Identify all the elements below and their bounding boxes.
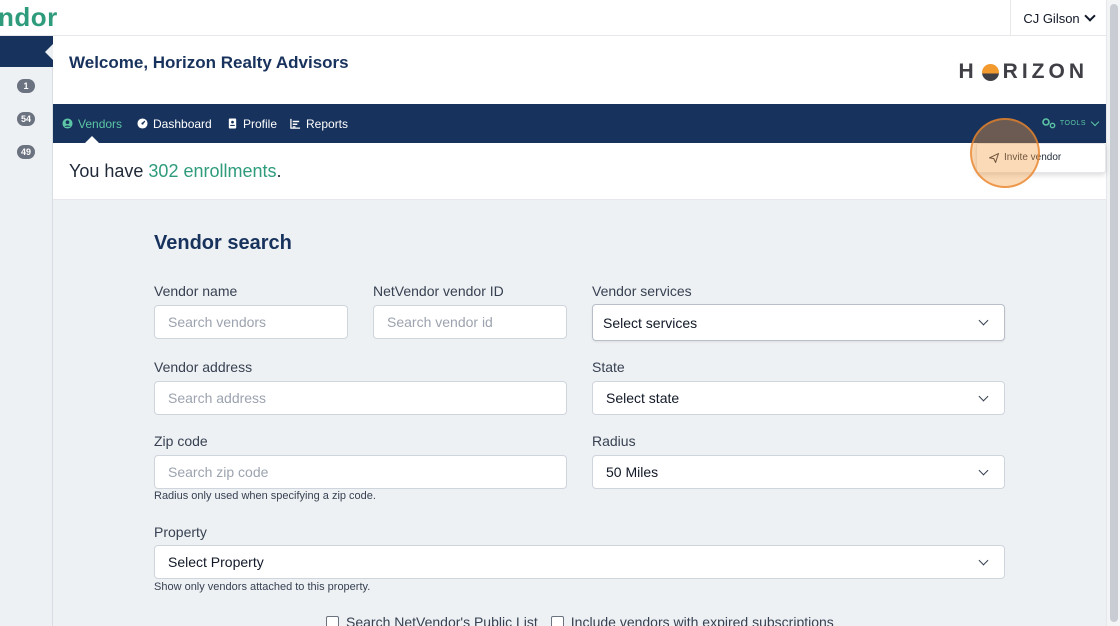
radius-select[interactable]: 50 Miles [592, 455, 1005, 489]
gauge-icon [137, 118, 148, 129]
invite-vendor-label: Invite vendor [1004, 152, 1062, 163]
enrollment-suffix: . [276, 161, 282, 181]
chevron-down-icon [978, 555, 989, 565]
nav-profile[interactable]: Profile [227, 104, 277, 143]
vendor-address-input[interactable]: Search address [154, 381, 567, 415]
zip-code-help-text: Radius only used when specifying a zip c… [154, 490, 376, 502]
zip-code-input[interactable]: Search zip code [154, 455, 567, 489]
vertical-scrollbar[interactable] [1106, 0, 1120, 626]
chevron-down-icon [978, 315, 989, 326]
radius-label: Radius [592, 433, 636, 449]
vendor-id-label: NetVendor vendor ID [373, 283, 504, 299]
nav-dashboard-label: Dashboard [153, 116, 212, 131]
nav-reports[interactable]: Reports [290, 104, 348, 143]
logo-text-left: H [958, 60, 978, 83]
vendor-address-label: Vendor address [154, 359, 253, 375]
public-list-checkbox[interactable] [326, 615, 339, 626]
section-title: Vendor search [154, 232, 292, 254]
gears-icon [1042, 118, 1056, 129]
public-list-label[interactable]: Search NetVendor's Public List [346, 614, 538, 626]
chevron-down-icon [1090, 117, 1100, 127]
top-bar: ndor CJ Gilson [0, 0, 1106, 36]
nav-reports-label: Reports [306, 116, 349, 131]
property-label: Property [154, 524, 207, 540]
vendor-services-value: Select services [603, 314, 698, 331]
zip-code-label: Zip code [154, 433, 208, 449]
nav-vendors[interactable]: Vendors [62, 104, 122, 143]
chevron-down-icon [978, 465, 989, 475]
logo-text-right: RIZON [1002, 60, 1088, 83]
state-value: Select state [606, 390, 680, 406]
vendor-services-select[interactable]: Select services [592, 304, 1005, 341]
sun-icon [981, 63, 999, 81]
tools-menu-toggle[interactable]: TOOLS [1042, 104, 1100, 143]
enrollment-summary: You have 302 enrollments. [53, 143, 1106, 200]
tools-dropdown-menu: Invite vendor [976, 143, 1106, 173]
chevron-down-icon [1084, 10, 1096, 22]
main-nav: Vendors Dashboard Profile Reports TOOLS [53, 104, 1106, 143]
property-value: Select Property [168, 554, 264, 570]
expired-subscriptions-checkbox[interactable] [550, 615, 564, 626]
state-label: State [592, 359, 625, 375]
horizon-logo: H RIZON [959, 60, 1089, 84]
bar-chart-icon [290, 118, 301, 129]
vendor-name-input[interactable]: Search vendors [154, 305, 348, 339]
expired-subscriptions-label[interactable]: Include vendors with expired subscriptio… [571, 614, 834, 626]
vendor-name-label: Vendor name [154, 283, 238, 299]
property-help-text: Show only vendors attached to this prope… [154, 581, 371, 593]
chevron-down-icon [978, 391, 989, 401]
welcome-title: Welcome, Horizon Realty Advisors [69, 53, 349, 72]
page-header: Welcome, Horizon Realty Advisors H RIZON [53, 36, 1106, 104]
user-name: CJ Gilson [1023, 10, 1080, 26]
invite-vendor-menu-item[interactable]: Invite vendor [989, 152, 1061, 163]
brand-logo-text: ndor [0, 2, 58, 32]
count-badge[interactable]: 1 [17, 79, 35, 93]
vendor-search-panel: Vendor search Vendor name Search vendors… [53, 200, 1106, 626]
user-circle-icon [62, 118, 73, 129]
property-select[interactable]: Select Property [154, 545, 1005, 579]
enrollment-count: 302 enrollments [148, 161, 277, 181]
enrollment-prefix: You have [69, 161, 149, 181]
nav-dashboard[interactable]: Dashboard [137, 104, 212, 143]
vendor-services-label: Vendor services [592, 283, 692, 299]
count-badge[interactable]: 54 [16, 112, 36, 126]
count-badge[interactable]: 49 [16, 145, 36, 159]
enrollment-text: You have 302 enrollments. [69, 161, 282, 182]
paper-plane-icon [989, 152, 999, 163]
id-card-icon [228, 118, 237, 129]
nav-vendors-label: Vendors [78, 116, 123, 131]
scrollbar-thumb[interactable] [1110, 4, 1118, 622]
search-options: Search NetVendor's Public List Include v… [326, 614, 834, 626]
radius-value: 50 Miles [606, 464, 659, 480]
state-select[interactable]: Select state [592, 381, 1005, 415]
nav-profile-label: Profile [243, 116, 278, 131]
vendor-id-input[interactable]: Search vendor id [373, 305, 567, 339]
user-menu[interactable]: CJ Gilson [1010, 0, 1106, 36]
tools-label: TOOLS [1059, 120, 1086, 127]
side-rail-active-item[interactable] [0, 36, 53, 67]
side-rail: 1 54 49 [0, 36, 53, 626]
